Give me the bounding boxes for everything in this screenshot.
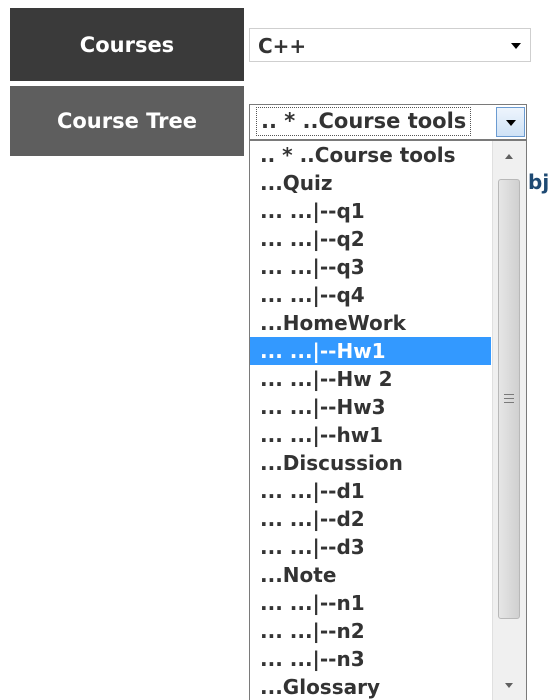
dropdown-option[interactable]: ... ...|--d2: [250, 505, 491, 533]
dropdown-option[interactable]: .. * ..Course tools: [250, 141, 491, 169]
dropdown-option[interactable]: ... ...|--Hw1: [250, 337, 491, 365]
courses-select[interactable]: C++: [249, 28, 531, 62]
dropdown-option[interactable]: ...Glossary: [250, 673, 491, 700]
course-tree-dropdown-list[interactable]: .. * ..Course tools ...Quiz... ...|--q1..…: [249, 140, 527, 700]
dropdown-option[interactable]: ... ...|--Hw3: [250, 393, 491, 421]
dropdown-option[interactable]: ... ...|--q4: [250, 281, 491, 309]
dropdown-option[interactable]: ... ...|--n3: [250, 645, 491, 673]
dropdown-option[interactable]: ...Note: [250, 561, 491, 589]
grip-line: [504, 398, 514, 399]
scrollbar-thumb[interactable]: [498, 179, 520, 619]
course-tree-label: Course Tree: [10, 86, 244, 156]
dropdown-option[interactable]: ... ...|--q3: [250, 253, 491, 281]
partial-text: bj: [528, 170, 548, 194]
chevron-down-icon: [506, 120, 516, 126]
courses-label: Courses: [10, 8, 244, 81]
dropdown-option[interactable]: ... ...|--Hw 2: [250, 365, 491, 393]
dropdown-option[interactable]: ... ...|--q2: [250, 225, 491, 253]
scroll-up-button[interactable]: [493, 141, 526, 173]
dropdown-toggle-button[interactable]: [496, 107, 525, 137]
dropdown-option[interactable]: ... ...|--d1: [250, 477, 491, 505]
course-tree-selected-value: .. * ..Course tools: [256, 107, 472, 136]
scroll-down-button[interactable]: [493, 671, 526, 700]
dropdown-option[interactable]: ... ...|--hw1: [250, 421, 491, 449]
chevron-down-icon[interactable]: [511, 43, 521, 49]
dropdown-option[interactable]: ... ...|--n2: [250, 617, 491, 645]
grip-line: [504, 394, 514, 395]
dropdown-option[interactable]: ... ...|--n1: [250, 589, 491, 617]
scrollbar[interactable]: [492, 141, 526, 700]
dropdown-option[interactable]: ... ...|--q1: [250, 197, 491, 225]
dropdown-option[interactable]: ...HomeWork: [250, 309, 491, 337]
course-tree-select[interactable]: .. * ..Course tools: [249, 104, 527, 140]
dropdown-option[interactable]: ...Quiz: [250, 169, 491, 197]
grip-line: [504, 402, 514, 403]
chevron-down-icon: [505, 683, 513, 688]
courses-selected-value: C++: [258, 34, 307, 58]
dropdown-option[interactable]: ... ...|--d3: [250, 533, 491, 561]
dropdown-option[interactable]: ...Discussion: [250, 449, 491, 477]
chevron-up-icon: [505, 154, 513, 159]
dropdown-options: .. * ..Course tools ...Quiz... ...|--q1..…: [250, 141, 491, 700]
